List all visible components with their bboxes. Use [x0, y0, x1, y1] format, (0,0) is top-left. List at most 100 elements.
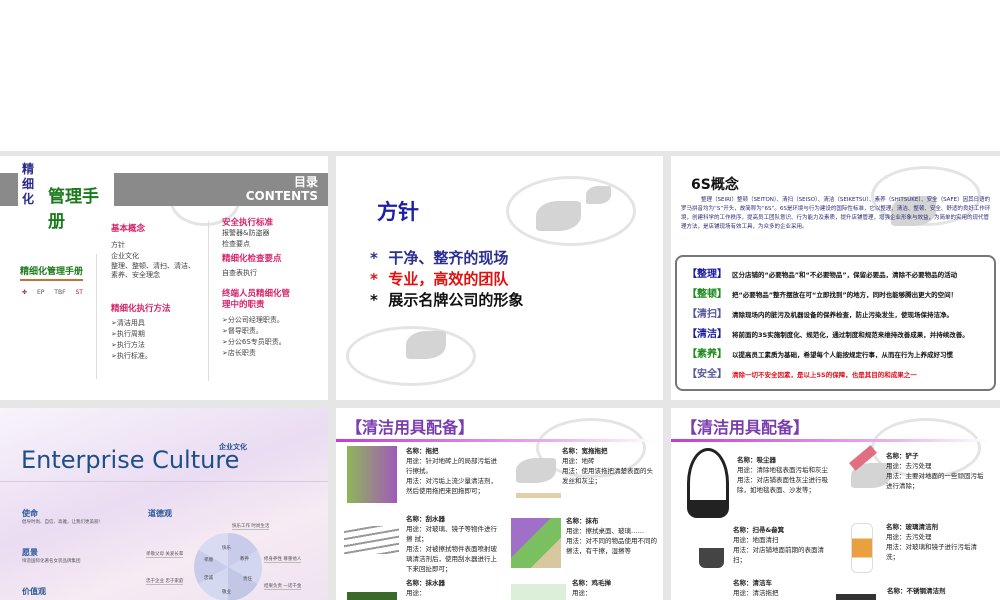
tool-use: 用途：去污处理	[886, 462, 932, 470]
6s-row: 【素养】 以提高员工素质为基础，希望每个人能按规定行事，从而在行为上养成好习惯	[687, 345, 953, 360]
tool-use: 用途：对玻璃、镜子等物件进行擦 拭；	[406, 525, 497, 543]
slide-subtitle: 企业文化	[219, 443, 247, 451]
squeegee-image	[344, 526, 399, 554]
6s-row: 【整理】 区分店铺的“必要物品”和“不必要物品”，保留必要品，清除不必要物品的活动	[687, 265, 957, 280]
bullet-item: * 专业，高效的团队	[370, 269, 523, 290]
tool-use: 用途：	[406, 589, 426, 597]
section-heading: 终端人员精细化管理中的职责	[222, 289, 291, 310]
vision-text: 缔造国际化著名女装品牌集团	[22, 559, 81, 564]
6s-key: 【整理】	[687, 269, 727, 280]
contents-item: 报警器&防盗器	[222, 229, 270, 237]
divider	[96, 254, 97, 379]
bullet-text: 专业，高效的团队	[388, 270, 509, 288]
6s-row: 【整顿】 把“必要物品”整齐摆放在可“立即找到”的地方，同时也能够腾出更大的空间！	[687, 285, 957, 300]
contents-item: ➢分公司经理职责。	[222, 316, 284, 324]
slide-title: 6S概念	[691, 177, 739, 193]
brand-logos: ✤ EP TBF ST	[22, 289, 83, 296]
tool-name: 名称：刮水器	[406, 515, 445, 523]
tool-method: 用法：对不同的物品使用不同的擦法，有干擦，湿擦等	[566, 537, 657, 555]
section-heading: 精细化执行方法	[111, 304, 171, 314]
tool-use: 用途：去污处理	[886, 533, 932, 541]
star-bullet-icon: *	[370, 249, 378, 267]
brand-logo: ST	[75, 289, 83, 296]
tool-name: 名称：抹水器	[406, 579, 445, 587]
title-logo: 精细化 管理手册	[18, 160, 114, 232]
tool-name: 名称：不锈钢清洁剂	[887, 587, 946, 595]
mission-heading: 使命	[22, 509, 38, 518]
stainless-cleaner-image	[836, 594, 876, 600]
cloth-image	[511, 518, 561, 568]
pie-segment-label: 快乐	[222, 546, 231, 551]
manual-logo: 精细化管理手册	[20, 264, 84, 281]
bullet-text: 干净、整齐的现场	[388, 249, 509, 267]
title-underline	[671, 439, 991, 442]
divider	[0, 481, 328, 482]
contents-item: 企业文化	[111, 252, 139, 260]
bullet-item: * 干净、整齐的现场	[370, 248, 523, 269]
bullet-text: 展示名牌公司的形象	[388, 291, 524, 309]
duster-image	[511, 584, 566, 600]
tool-name: 名称：清洁车	[733, 579, 772, 587]
tool-name: 名称：吸尘器	[737, 456, 776, 464]
brand-emblem-icon: ✤	[22, 289, 28, 296]
6s-key: 【安全】	[687, 369, 727, 380]
mission-text: 倡导时尚、自信、高雅，让我们更美丽!	[22, 520, 101, 525]
brand-logo: TBF	[54, 289, 66, 296]
slide-sorter-header-area	[0, 0, 1000, 151]
pie-callout-label: 孝敬父母 关爱长辈	[146, 552, 184, 558]
broom-dustpan-image	[699, 548, 724, 568]
slide-title: 【清洁用具配备】	[346, 418, 475, 437]
title-vertical: 精细化	[22, 162, 35, 206]
slide-thumbnail-2[interactable]: 方针 * 干净、整齐的现场 * 专业，高效的团队 * 展示名牌公司的形象	[336, 156, 663, 400]
slide-thumbnail-1[interactable]: 精细化 管理手册 目录 CONTENTS 精细化管理手册 ✤ EP TBF ST…	[0, 156, 328, 400]
tool-method: 用法：对店铺地面前期的表面清扫；	[733, 546, 824, 564]
tool-item: 名称：宽拖拖把 用途：地砖用法：使用该拖把清楚表面的头发丝和灰尘；	[562, 446, 657, 486]
intro-paragraph: 整理（SEIRI）整顿（SEITON）、清扫（SEISO）、清洁（SEIKETS…	[681, 197, 991, 230]
tool-use: 用途：清洁拖把	[733, 589, 779, 597]
slide-title: 【清洁用具配备】	[681, 418, 810, 437]
contents-column-1: 基本概念 方针 企业文化 整理、整顿、清扫、清洁、素养、安全理念 精细化执行方法…	[111, 222, 196, 362]
section-heading: 安全执行标准	[222, 218, 274, 228]
tool-method: 用法：对污垢上流少量清洁剂，然后使用拖把来回拖即可；	[406, 477, 497, 495]
tool-use: 用途：擦拭桌面、玻璃……	[566, 527, 644, 535]
6s-text: 把“必要物品”整齐摆放在可“立即找到”的地方，同时也能够腾出更大的空间！	[732, 291, 958, 299]
contents-item: 检查要点	[222, 240, 250, 248]
6s-definition-box: 【整理】 区分店铺的“必要物品”和“不必要物品”，保留必要品，清除不必要物品的活动…	[675, 255, 996, 391]
slide-title: 方针	[377, 200, 419, 224]
tool-name: 名称：宽拖拖把	[562, 447, 608, 455]
slide-thumbnail-3[interactable]: 6S概念 整理（SEIRI）整顿（SEITON）、清扫（SEISO）、清洁（SE…	[671, 156, 1000, 400]
values-heading: 价值观	[22, 587, 46, 596]
tool-item: 名称：抹布 用途：擦拭桌面、玻璃…… 用法：对不同的物品使用不同的擦法，有干擦，湿擦…	[566, 516, 659, 556]
slide-thumbnail-4[interactable]: Enterprise Culture 企业文化 使命 倡导时尚、自信、高雅，让我…	[0, 408, 328, 600]
tool-use: 用途：	[572, 589, 592, 597]
tool-use: 用途：针对地砖上的局部污垢进行擦拭。	[406, 457, 497, 475]
pie-segment-label: 敬业	[222, 590, 231, 595]
6s-text: 清除一切不安全因素，是以上5S的保障，也是其目的和成果之一	[732, 371, 917, 379]
tool-item: 名称：拖把 用途：针对地砖上的局部污垢进行擦拭。 用法：对污垢上流少量清洁剂，然后使…	[406, 446, 501, 496]
pie-segment-label: 教养	[240, 557, 249, 562]
mop-image	[347, 446, 397, 503]
tool-method: 用法：对店铺表面性灰尘进行吸除，如地毯表面、沙发等；	[737, 476, 828, 494]
contents-item: 自查表执行	[222, 269, 257, 277]
ethics-heading: 道德观	[148, 509, 172, 518]
bullet-item: * 展示名牌公司的形象	[370, 290, 523, 311]
star-bullet-icon: *	[370, 291, 378, 309]
slide-thumbnail-5[interactable]: 【清洁用具配备】 名称：拖把 用途：针对地砖上的局部污垢进行擦拭。 用法：对污垢上流…	[336, 408, 663, 600]
tool-use: 用途：地砖	[562, 457, 595, 465]
slide-thumbnail-6[interactable]: 【清洁用具配备】 名称：吸尘器 用途：清除地毯表面污垢和灰尘 用法：对店铺表面性灰尘…	[671, 408, 1000, 600]
glass-cleaner-image	[851, 523, 873, 573]
6s-key: 【整顿】	[687, 289, 727, 300]
wiper-image	[347, 592, 397, 600]
contents-en: CONTENTS	[245, 189, 318, 203]
tool-method: 用法：对被擦拭物件表面喷射玻璃清洁剂后，使用刮水器进行上下来回扯即可；	[406, 545, 497, 573]
pie-segment-label: 责任	[243, 577, 252, 582]
tool-method: 用法：使用该拖把清楚表面的头发丝和灰尘；	[562, 467, 653, 485]
6s-text: 清除现场内的脏污及机器设备的保养检查，防止污染发生，使现场保持洁净。	[732, 311, 953, 319]
tool-item: 名称：清洁车 用途：清洁拖把	[733, 578, 828, 598]
contents-item: ➢清洁用具	[111, 319, 145, 327]
6s-text: 以提高员工素质为基础，希望每个人能按规定行事，从而在行为上养成好习惯	[732, 351, 953, 359]
tool-item: 名称：玻璃清洁剂 用途：去污处理 用法：对玻璃和镜子进行污垢清洗；	[886, 522, 986, 562]
6s-row: 【清扫】 清除现场内的脏污及机器设备的保养检查，防止污染发生，使现场保持洁净。	[687, 305, 953, 320]
6s-row: 【安全】 清除一切不安全因素，是以上5S的保障，也是其目的和成果之一	[687, 365, 917, 380]
pie-segment-label: 忠诚	[204, 576, 213, 581]
